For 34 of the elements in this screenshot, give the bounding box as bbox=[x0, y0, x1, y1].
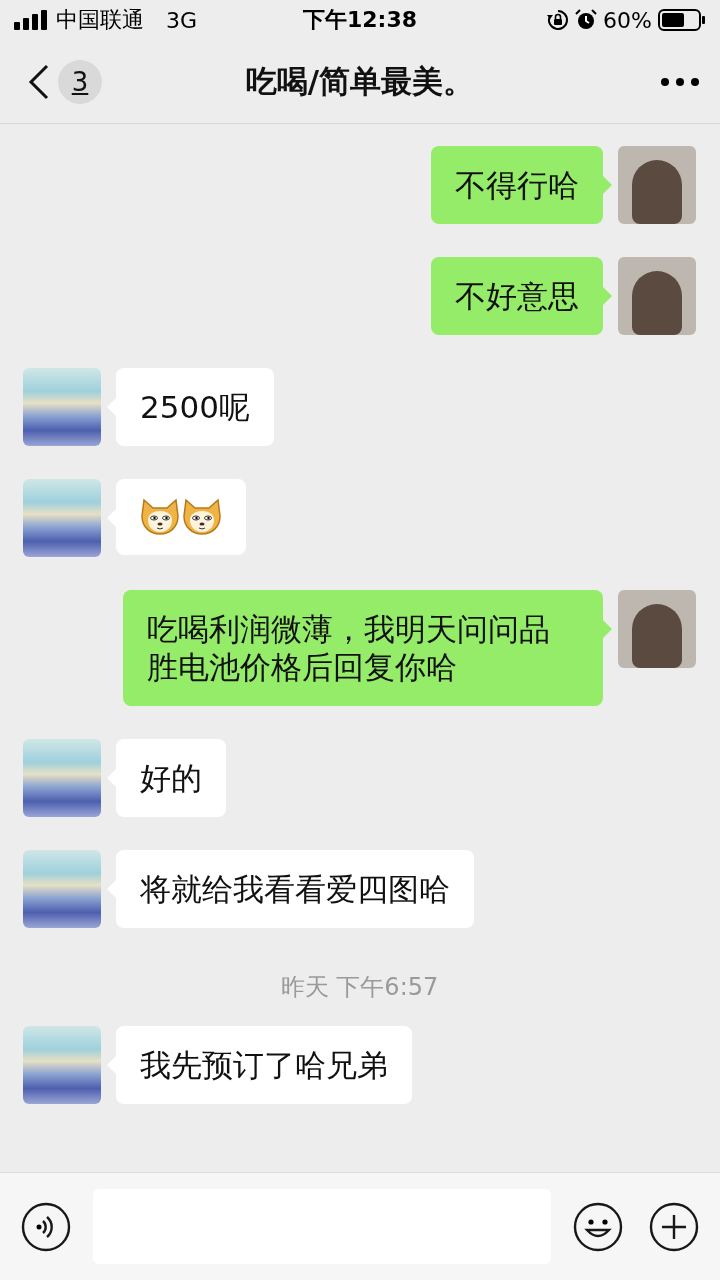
message-bubble[interactable]: 好的 bbox=[116, 739, 226, 817]
message-bubble[interactable]: 我先预订了哈兄弟 bbox=[116, 1026, 412, 1104]
signal-icon bbox=[14, 10, 48, 30]
unread-count-button[interactable]: 3 bbox=[58, 59, 102, 104]
back-button[interactable] bbox=[28, 63, 50, 100]
landscape-avatar[interactable] bbox=[23, 739, 101, 817]
chat-timestamp: 昨天 下午6:57 bbox=[280, 972, 439, 1003]
rotation-lock-icon bbox=[547, 9, 570, 31]
message-bubble[interactable]: 不得行哈 bbox=[431, 146, 603, 224]
voice-button[interactable] bbox=[21, 1201, 71, 1252]
message-bubble[interactable]: 不好意思 bbox=[431, 257, 603, 335]
battery-percent: 60% bbox=[603, 7, 652, 33]
dog-face-icon bbox=[140, 498, 180, 536]
emoji-button[interactable] bbox=[573, 1201, 623, 1252]
message-bubble[interactable]: 吃喝利润微薄，我明天问问品胜电池价格后回复你哈 bbox=[123, 590, 603, 706]
alarm-icon bbox=[575, 9, 598, 31]
network-type: 3G bbox=[166, 7, 198, 33]
message-bubble[interactable]: 2500呢 bbox=[116, 368, 274, 446]
emoji-message-bubble[interactable] bbox=[116, 479, 246, 555]
battery-icon bbox=[658, 9, 706, 31]
landscape-avatar[interactable] bbox=[23, 479, 101, 557]
avatar-photo-placeholder[interactable] bbox=[618, 146, 696, 224]
landscape-avatar[interactable] bbox=[23, 1026, 101, 1104]
more-button[interactable] bbox=[660, 76, 700, 87]
avatar-photo-placeholder[interactable] bbox=[618, 257, 696, 335]
clock-time: 下午12:38 bbox=[303, 7, 417, 32]
landscape-avatar[interactable] bbox=[23, 368, 101, 446]
add-button[interactable] bbox=[649, 1201, 699, 1252]
landscape-avatar[interactable] bbox=[23, 850, 101, 928]
message-bubble[interactable]: 将就给我看看爱四图哈 bbox=[116, 850, 474, 928]
dog-face-icon bbox=[182, 498, 222, 536]
chat-title: 吃喝/简单最美。 bbox=[245, 62, 475, 99]
avatar-photo-placeholder[interactable] bbox=[618, 590, 696, 668]
carrier-name: 中国联通 bbox=[56, 6, 144, 34]
